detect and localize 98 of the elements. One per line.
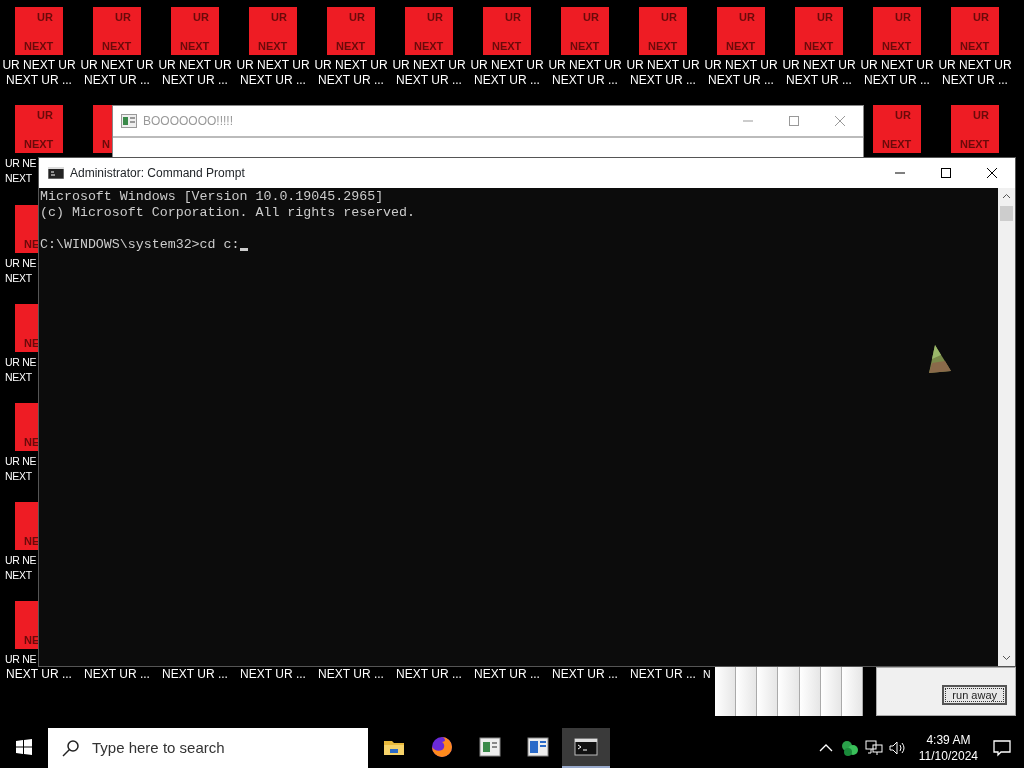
icon-label: NEXT UR ... bbox=[941, 73, 1009, 88]
app-icon[interactable]: NE bbox=[15, 205, 38, 253]
scroll-thumb[interactable] bbox=[1000, 206, 1013, 221]
run-away-button[interactable]: run away bbox=[942, 685, 1007, 705]
window-title: Administrator: Command Prompt bbox=[70, 165, 245, 182]
app-icon[interactable]: UR NEXT bbox=[405, 7, 453, 55]
icon-label: NEXT UR ... bbox=[83, 667, 151, 682]
icon-label: NEXT UR ... bbox=[161, 667, 229, 682]
icon-label: UR NE bbox=[4, 355, 37, 370]
icon-label: NEXT bbox=[4, 171, 32, 186]
app-icon[interactable]: UR NEXT bbox=[951, 105, 999, 153]
icon-label: UR NEXT UR bbox=[79, 58, 155, 73]
app-icon[interactable]: NE bbox=[15, 403, 38, 451]
icon-label: NEXT UR ... bbox=[707, 73, 775, 88]
search-icon bbox=[62, 739, 80, 757]
app-icon[interactable]: UR NEXT bbox=[327, 7, 375, 55]
icon-label: NEXT UR ... bbox=[551, 73, 619, 88]
icon-label: N bbox=[702, 667, 711, 682]
app-icon[interactable]: NE bbox=[15, 502, 38, 550]
icon-label: UR NEXT UR bbox=[781, 58, 857, 73]
console-line: (c) Microsoft Corporation. All rights reserved. bbox=[40, 205, 416, 221]
icon-label: NEXT UR ... bbox=[317, 667, 385, 682]
icon-label: UR NE bbox=[4, 256, 37, 271]
app-icon[interactable]: UR NEXT bbox=[795, 7, 843, 55]
clock-time[interactable]: 4:39 AM bbox=[918, 732, 978, 748]
icon-label: NEXT bbox=[4, 568, 32, 583]
close-icon[interactable] bbox=[987, 168, 997, 178]
icon-label: NEXT UR ... bbox=[629, 73, 697, 88]
app-icon[interactable]: UR NEXT bbox=[171, 7, 219, 55]
notification-icon[interactable] bbox=[992, 738, 1012, 758]
icon-label: NEXT UR ... bbox=[629, 667, 697, 682]
icon-label: NEXT UR ... bbox=[239, 73, 307, 88]
icon-label: NEXT UR ... bbox=[239, 667, 307, 682]
icon-label: UR NEXT UR bbox=[157, 58, 233, 73]
icon-label: UR NEXT UR bbox=[469, 58, 545, 73]
console-line: C:\WINDOWS\system32>cd c: bbox=[40, 237, 240, 253]
icon-label: UR NEXT UR bbox=[235, 58, 311, 73]
icon-label: NEXT UR ... bbox=[395, 73, 463, 88]
app-icon[interactable]: UR NEXT bbox=[15, 105, 63, 153]
icon-label: NEXT UR ... bbox=[863, 73, 931, 88]
icon-label: UR NEXT UR bbox=[703, 58, 779, 73]
maximize-icon[interactable] bbox=[941, 168, 951, 178]
icon-label: NEXT UR ... bbox=[395, 667, 463, 682]
icon-label: NEXT UR ... bbox=[473, 73, 541, 88]
app-icon[interactable]: UR NEXT bbox=[639, 7, 687, 55]
search-box[interactable]: Type here to search bbox=[48, 728, 368, 768]
terminal-icon bbox=[574, 735, 598, 759]
icon-label: UR NEXT UR bbox=[547, 58, 623, 73]
app-icon[interactable]: UR NEXT bbox=[93, 7, 141, 55]
app-icon[interactable]: N bbox=[93, 105, 112, 153]
window-icon bbox=[478, 735, 502, 759]
icon-label: UR NEXT UR bbox=[313, 58, 389, 73]
icon-label: NEXT bbox=[4, 271, 32, 286]
icon-label: UR NE bbox=[4, 652, 37, 667]
app-icon[interactable]: NE bbox=[15, 304, 38, 352]
icon-label: NEXT UR ... bbox=[5, 73, 73, 88]
taskbar-app-button[interactable] bbox=[562, 728, 610, 768]
clock-date[interactable]: 11/10/2024 bbox=[918, 748, 978, 764]
app-icon[interactable]: UR NEXT bbox=[873, 7, 921, 55]
chevron-up-icon[interactable] bbox=[818, 743, 833, 753]
icon-label: NEXT bbox=[4, 370, 32, 385]
text-cursor bbox=[239, 248, 248, 251]
window-title: BOOOOOOO!!!!! bbox=[143, 113, 233, 130]
app-icon[interactable]: UR NEXT bbox=[873, 105, 921, 153]
cone-icon bbox=[929, 345, 951, 373]
scrollbar[interactable] bbox=[998, 188, 1015, 666]
browser-icon bbox=[430, 735, 454, 759]
icon-label: UR NE bbox=[4, 454, 37, 469]
app-icon[interactable]: UR NEXT bbox=[249, 7, 297, 55]
app-icon[interactable]: UR NEXT bbox=[483, 7, 531, 55]
terminal-icon bbox=[48, 167, 64, 179]
window-icon bbox=[526, 735, 550, 759]
console-line: Microsoft Windows [Version 10.0.19045.2965] bbox=[40, 189, 384, 205]
icon-label: UR NEXT UR bbox=[391, 58, 467, 73]
icon-label: UR NE bbox=[4, 156, 37, 171]
app-icon[interactable]: NE bbox=[15, 601, 38, 649]
app-icon[interactable]: UR NEXT bbox=[15, 7, 63, 55]
windows-logo-icon bbox=[16, 739, 32, 755]
icon-label: NEXT UR ... bbox=[317, 73, 385, 88]
app-window-icon bbox=[121, 114, 137, 128]
icon-label: NEXT UR ... bbox=[551, 667, 619, 682]
icon-label: NEXT bbox=[4, 469, 32, 484]
icon-label: NEXT UR ... bbox=[785, 73, 853, 88]
app-icon[interactable]: UR NEXT bbox=[561, 7, 609, 55]
icon-label: NEXT UR ... bbox=[83, 73, 151, 88]
icon-label: NEXT UR ... bbox=[161, 73, 229, 88]
app-icon[interactable]: UR NEXT bbox=[717, 7, 765, 55]
icon-label: NEXT UR ... bbox=[473, 667, 541, 682]
icon-label: UR NEXT UR bbox=[937, 58, 1013, 73]
app-icon[interactable]: UR NEXT bbox=[951, 7, 999, 55]
icon-label: NEXT UR ... bbox=[5, 667, 73, 682]
icon-label: UR NEXT UR bbox=[625, 58, 701, 73]
volume-icon[interactable] bbox=[888, 740, 907, 756]
icon-label: UR NEXT UR bbox=[1, 58, 77, 73]
app-tray-icon[interactable] bbox=[840, 739, 859, 757]
icon-label: UR NEXT UR bbox=[859, 58, 935, 73]
network-icon[interactable] bbox=[864, 740, 883, 756]
icon-label: UR NE bbox=[4, 553, 37, 568]
